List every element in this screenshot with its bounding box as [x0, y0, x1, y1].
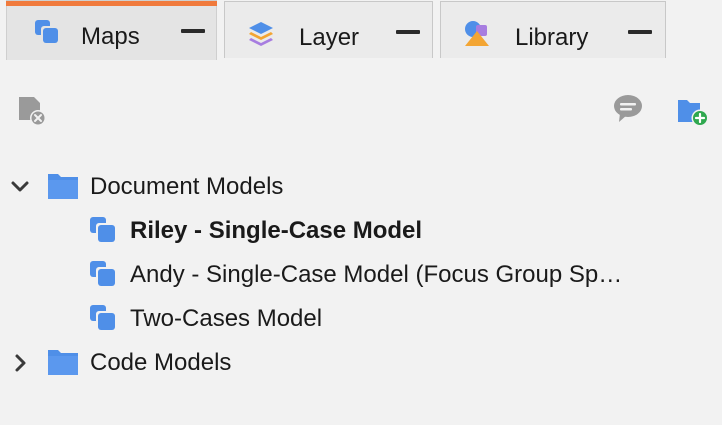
chevron-right-icon[interactable]	[10, 353, 30, 373]
comment-icon[interactable]	[612, 92, 646, 126]
minimize-icon[interactable]	[181, 29, 205, 33]
chevron-down-icon[interactable]	[10, 177, 30, 197]
minimize-icon[interactable]	[628, 30, 652, 34]
tree-group-label: Code Models	[90, 349, 232, 376]
library-shapes-icon	[465, 21, 489, 46]
remove-map-icon[interactable]	[16, 94, 50, 128]
tab-library[interactable]: Library	[440, 1, 666, 58]
model-icon	[90, 261, 115, 286]
tab-layer-label: Layer	[299, 24, 360, 51]
tab-library-label: Library	[515, 24, 589, 51]
tab-maps-label: Maps	[81, 23, 140, 50]
tree-item-label: Riley - Single-Case Model	[130, 217, 423, 244]
tree-group-document-models[interactable]: Document Models	[0, 168, 722, 206]
tree-item-label: Andy - Single-Case Model (Focus Group Sp…	[130, 261, 623, 288]
active-tab-indicator	[6, 1, 217, 6]
tree-item-andy[interactable]: Andy - Single-Case Model (Focus Group Sp…	[0, 256, 722, 294]
layers-icon	[249, 22, 273, 46]
tree-item-riley[interactable]: Riley - Single-Case Model	[0, 212, 722, 250]
tab-maps[interactable]: Maps	[6, 0, 217, 60]
new-folder-icon[interactable]	[676, 94, 710, 128]
tree-group-code-models[interactable]: Code Models	[0, 344, 722, 382]
tree-item-two-cases[interactable]: Two-Cases Model	[0, 300, 722, 338]
tree-group-label: Document Models	[90, 173, 284, 200]
minimize-icon[interactable]	[396, 30, 420, 34]
tab-layer[interactable]: Layer	[224, 1, 433, 58]
tree-item-label: Two-Cases Model	[130, 305, 323, 332]
folder-icon	[48, 350, 78, 375]
panel-tab-bar: Maps Layer Library	[0, 0, 722, 60]
model-icon	[90, 217, 115, 242]
folder-icon	[48, 174, 78, 199]
maps-icon	[35, 20, 58, 43]
model-icon	[90, 305, 115, 330]
